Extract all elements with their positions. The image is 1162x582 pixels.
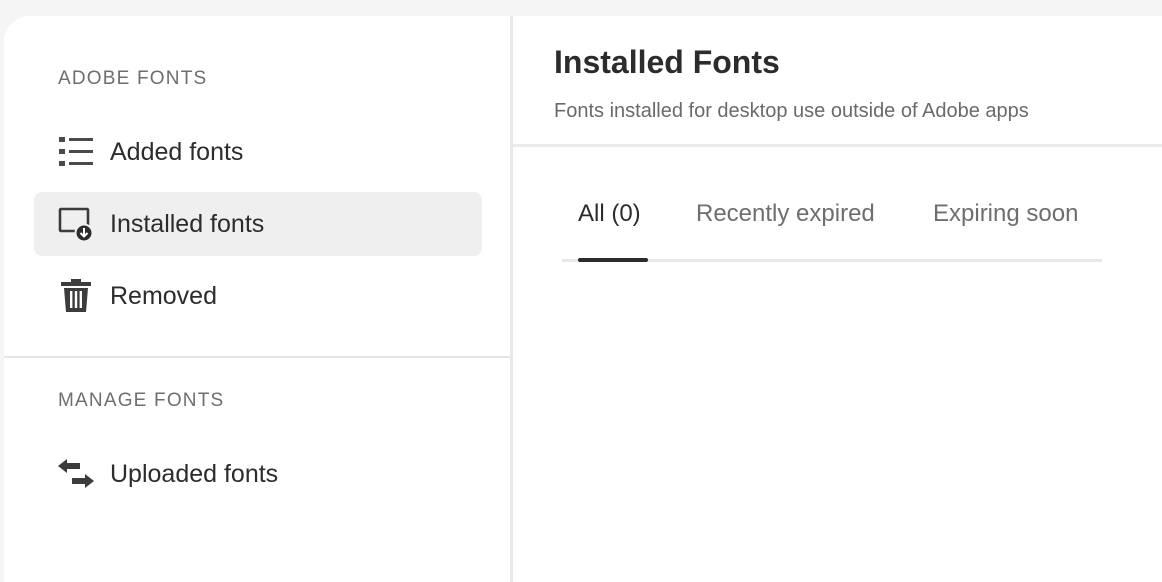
sidebar-item-label: Installed fonts [110, 209, 265, 238]
header-divider [513, 144, 1162, 147]
tab-all[interactable]: All (0) [578, 192, 641, 236]
sidebar-item-label: Removed [110, 281, 217, 310]
page-title: Installed Fonts [554, 44, 780, 80]
app-window: ADOBE FONTS Added fonts Installed fonts … [4, 16, 1162, 582]
sidebar-divider [4, 356, 510, 358]
sidebar-item-added-fonts[interactable]: Added fonts [34, 120, 482, 184]
trash-icon [58, 278, 94, 314]
manage-fonts-heading: MANAGE FONTS [58, 390, 225, 411]
page-subtitle: Fonts installed for desktop use outside … [554, 100, 1029, 122]
tab-expiring-soon[interactable]: Expiring soon [933, 192, 1078, 236]
transfer-arrows-icon [58, 456, 94, 492]
sidebar-item-removed[interactable]: Removed [34, 264, 482, 328]
sidebar-item-label: Added fonts [110, 137, 244, 166]
sidebar-item-installed-fonts[interactable]: Installed fonts [34, 192, 482, 256]
tab-recently-expired[interactable]: Recently expired [696, 192, 875, 236]
active-tab-indicator [578, 258, 648, 262]
sidebar: ADOBE FONTS Added fonts Installed fonts … [4, 16, 510, 582]
list-icon [58, 134, 94, 170]
adobe-fonts-heading: ADOBE FONTS [58, 68, 208, 89]
install-desktop-icon [58, 206, 94, 242]
sidebar-item-label: Uploaded fonts [110, 459, 279, 488]
sidebar-item-uploaded-fonts[interactable]: Uploaded fonts [34, 442, 482, 506]
tab-bar: All (0) Recently expired Expiring soon [562, 192, 1102, 264]
main-content: Installed Fonts Fonts installed for desk… [513, 16, 1162, 582]
